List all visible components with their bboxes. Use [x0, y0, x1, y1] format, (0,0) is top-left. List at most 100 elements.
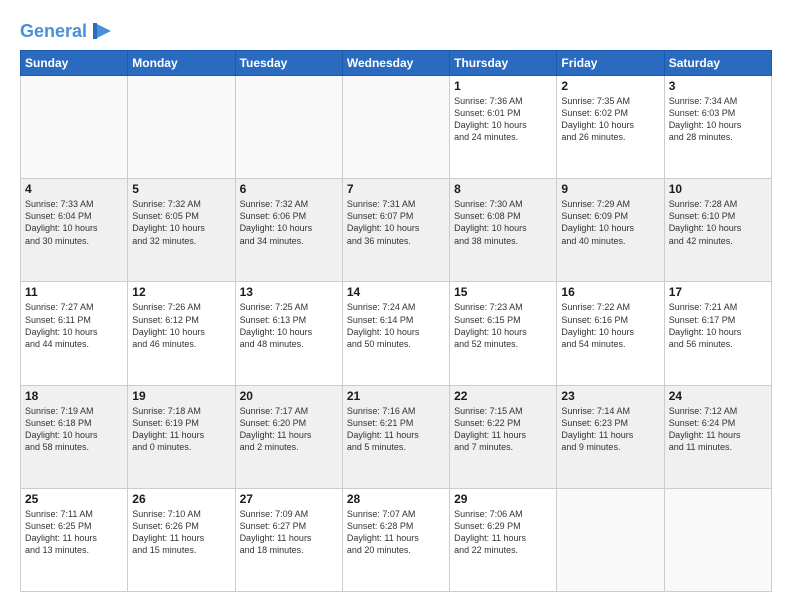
calendar-week-row: 11 Sunrise: 7:27 AM Sunset: 6:11 PM Dayli… — [21, 282, 772, 385]
day-number: 7 — [347, 182, 445, 196]
day-info: Sunrise: 7:11 AM Sunset: 6:25 PM Dayligh… — [25, 508, 123, 557]
calendar-cell: 20 Sunrise: 7:17 AM Sunset: 6:20 PM Dayli… — [235, 385, 342, 488]
calendar-cell: 27 Sunrise: 7:09 AM Sunset: 6:27 PM Dayli… — [235, 488, 342, 591]
day-number: 1 — [454, 79, 552, 93]
day-number: 21 — [347, 389, 445, 403]
day-number: 3 — [669, 79, 767, 93]
day-info: Sunrise: 7:27 AM Sunset: 6:11 PM Dayligh… — [25, 301, 123, 350]
day-info: Sunrise: 7:12 AM Sunset: 6:24 PM Dayligh… — [669, 405, 767, 454]
day-number: 18 — [25, 389, 123, 403]
day-number: 4 — [25, 182, 123, 196]
day-number: 8 — [454, 182, 552, 196]
calendar-cell: 15 Sunrise: 7:23 AM Sunset: 6:15 PM Dayli… — [450, 282, 557, 385]
day-info: Sunrise: 7:33 AM Sunset: 6:04 PM Dayligh… — [25, 198, 123, 247]
logo: General — [20, 20, 115, 40]
day-number: 26 — [132, 492, 230, 506]
day-info: Sunrise: 7:17 AM Sunset: 6:20 PM Dayligh… — [240, 405, 338, 454]
day-number: 5 — [132, 182, 230, 196]
day-number: 16 — [561, 285, 659, 299]
calendar-week-row: 4 Sunrise: 7:33 AM Sunset: 6:04 PM Daylig… — [21, 179, 772, 282]
day-info: Sunrise: 7:23 AM Sunset: 6:15 PM Dayligh… — [454, 301, 552, 350]
day-info: Sunrise: 7:30 AM Sunset: 6:08 PM Dayligh… — [454, 198, 552, 247]
calendar-cell: 14Sunrise: 7:24 AM Sunset: 6:14 PM Dayli… — [342, 282, 449, 385]
calendar-cell: 8 Sunrise: 7:30 AM Sunset: 6:08 PM Daylig… — [450, 179, 557, 282]
calendar-cell — [557, 488, 664, 591]
calendar-header-tuesday: Tuesday — [235, 51, 342, 76]
calendar-cell: 21 Sunrise: 7:16 AM Sunset: 6:21 PM Dayli… — [342, 385, 449, 488]
day-info: Sunrise: 7:22 AM Sunset: 6:16 PM Dayligh… — [561, 301, 659, 350]
calendar-cell — [235, 76, 342, 179]
day-info: Sunrise: 7:32 AM Sunset: 6:05 PM Dayligh… — [132, 198, 230, 247]
day-info: Sunrise: 7:10 AM Sunset: 6:26 PM Dayligh… — [132, 508, 230, 557]
calendar-cell: 24 Sunrise: 7:12 AM Sunset: 6:24 PM Dayli… — [664, 385, 771, 488]
calendar-header-wednesday: Wednesday — [342, 51, 449, 76]
day-info: Sunrise: 7:29 AM Sunset: 6:09 PM Dayligh… — [561, 198, 659, 247]
page: General SundayMondayTuesdayWednesdayThur… — [0, 0, 792, 612]
calendar-cell: 10 Sunrise: 7:28 AM Sunset: 6:10 PM Dayli… — [664, 179, 771, 282]
day-info: Sunrise: 7:16 AM Sunset: 6:21 PM Dayligh… — [347, 405, 445, 454]
calendar-cell: 22Sunrise: 7:15 AM Sunset: 6:22 PM Dayli… — [450, 385, 557, 488]
calendar-header-row: SundayMondayTuesdayWednesdayThursdayFrid… — [21, 51, 772, 76]
calendar-cell — [342, 76, 449, 179]
day-number: 22 — [454, 389, 552, 403]
day-number: 23 — [561, 389, 659, 403]
day-info: Sunrise: 7:34 AM Sunset: 6:03 PM Dayligh… — [669, 95, 767, 144]
header: General — [20, 20, 772, 40]
day-info: Sunrise: 7:25 AM Sunset: 6:13 PM Dayligh… — [240, 301, 338, 350]
day-number: 11 — [25, 285, 123, 299]
day-info: Sunrise: 7:09 AM Sunset: 6:27 PM Dayligh… — [240, 508, 338, 557]
calendar-header-thursday: Thursday — [450, 51, 557, 76]
logo-icon — [89, 18, 115, 44]
calendar-week-row: 1Sunrise: 7:36 AM Sunset: 6:01 PM Daylig… — [21, 76, 772, 179]
calendar-cell: 3 Sunrise: 7:34 AM Sunset: 6:03 PM Daylig… — [664, 76, 771, 179]
logo-text: General — [20, 22, 87, 42]
day-info: Sunrise: 7:32 AM Sunset: 6:06 PM Dayligh… — [240, 198, 338, 247]
calendar-cell: 12Sunrise: 7:26 AM Sunset: 6:12 PM Dayli… — [128, 282, 235, 385]
calendar-cell: 29 Sunrise: 7:06 AM Sunset: 6:29 PM Dayli… — [450, 488, 557, 591]
calendar-cell: 4 Sunrise: 7:33 AM Sunset: 6:04 PM Daylig… — [21, 179, 128, 282]
calendar-header-friday: Friday — [557, 51, 664, 76]
calendar-cell: 18 Sunrise: 7:19 AM Sunset: 6:18 PM Dayli… — [21, 385, 128, 488]
calendar-cell: 1Sunrise: 7:36 AM Sunset: 6:01 PM Daylig… — [450, 76, 557, 179]
day-info: Sunrise: 7:21 AM Sunset: 6:17 PM Dayligh… — [669, 301, 767, 350]
day-info: Sunrise: 7:19 AM Sunset: 6:18 PM Dayligh… — [25, 405, 123, 454]
day-number: 12 — [132, 285, 230, 299]
calendar-cell: 17 Sunrise: 7:21 AM Sunset: 6:17 PM Dayli… — [664, 282, 771, 385]
calendar-header-saturday: Saturday — [664, 51, 771, 76]
calendar-cell — [21, 76, 128, 179]
calendar-week-row: 18 Sunrise: 7:19 AM Sunset: 6:18 PM Dayli… — [21, 385, 772, 488]
calendar-header-monday: Monday — [128, 51, 235, 76]
day-info: Sunrise: 7:31 AM Sunset: 6:07 PM Dayligh… — [347, 198, 445, 247]
day-info: Sunrise: 7:06 AM Sunset: 6:29 PM Dayligh… — [454, 508, 552, 557]
calendar-cell: 28 Sunrise: 7:07 AM Sunset: 6:28 PM Dayli… — [342, 488, 449, 591]
day-info: Sunrise: 7:24 AM Sunset: 6:14 PM Dayligh… — [347, 301, 445, 350]
day-number: 29 — [454, 492, 552, 506]
day-number: 24 — [669, 389, 767, 403]
day-number: 15 — [454, 285, 552, 299]
calendar-cell — [128, 76, 235, 179]
calendar-header-sunday: Sunday — [21, 51, 128, 76]
day-info: Sunrise: 7:07 AM Sunset: 6:28 PM Dayligh… — [347, 508, 445, 557]
day-number: 28 — [347, 492, 445, 506]
day-number: 17 — [669, 285, 767, 299]
calendar-table: SundayMondayTuesdayWednesdayThursdayFrid… — [20, 50, 772, 592]
calendar-cell — [664, 488, 771, 591]
day-number: 10 — [669, 182, 767, 196]
day-info: Sunrise: 7:28 AM Sunset: 6:10 PM Dayligh… — [669, 198, 767, 247]
day-info: Sunrise: 7:14 AM Sunset: 6:23 PM Dayligh… — [561, 405, 659, 454]
day-number: 20 — [240, 389, 338, 403]
day-number: 13 — [240, 285, 338, 299]
calendar-cell: 7 Sunrise: 7:31 AM Sunset: 6:07 PM Daylig… — [342, 179, 449, 282]
calendar-cell: 11 Sunrise: 7:27 AM Sunset: 6:11 PM Dayli… — [21, 282, 128, 385]
day-info: Sunrise: 7:18 AM Sunset: 6:19 PM Dayligh… — [132, 405, 230, 454]
calendar-cell: 19 Sunrise: 7:18 AM Sunset: 6:19 PM Dayli… — [128, 385, 235, 488]
calendar-cell: 2Sunrise: 7:35 AM Sunset: 6:02 PM Daylig… — [557, 76, 664, 179]
calendar-cell: 25Sunrise: 7:11 AM Sunset: 6:25 PM Dayli… — [21, 488, 128, 591]
day-number: 27 — [240, 492, 338, 506]
day-number: 9 — [561, 182, 659, 196]
calendar-cell: 9 Sunrise: 7:29 AM Sunset: 6:09 PM Daylig… — [557, 179, 664, 282]
day-number: 19 — [132, 389, 230, 403]
day-number: 6 — [240, 182, 338, 196]
calendar-cell: 16 Sunrise: 7:22 AM Sunset: 6:16 PM Dayli… — [557, 282, 664, 385]
calendar-cell: 26 Sunrise: 7:10 AM Sunset: 6:26 PM Dayli… — [128, 488, 235, 591]
